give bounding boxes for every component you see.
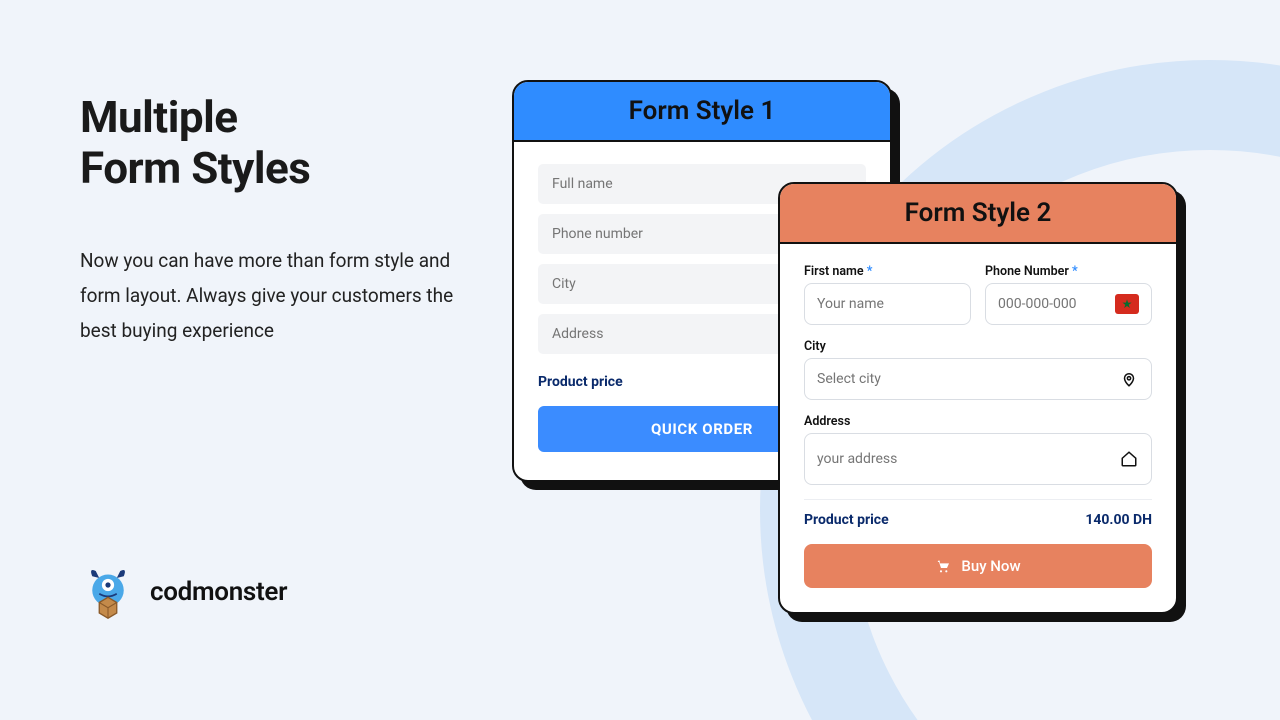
first-name-label: First name * xyxy=(804,264,971,279)
phone-label-text: Phone Number xyxy=(985,264,1069,279)
form1-title: Form Style 1 xyxy=(514,82,890,142)
page-title: Multiple Form Styles xyxy=(80,92,460,193)
divider xyxy=(804,499,1152,500)
headline-line-2: Form Styles xyxy=(80,142,310,194)
price-row: Product price 140.00 DH xyxy=(804,512,1152,528)
required-mark: * xyxy=(1072,264,1078,279)
form2-title: Form Style 2 xyxy=(780,184,1176,244)
address-field[interactable] xyxy=(817,451,1111,467)
first-name-label-text: First name xyxy=(804,264,864,279)
form-style-2-card: Form Style 2 First name * Phone Number * xyxy=(778,182,1178,614)
codmonster-icon xyxy=(80,564,136,620)
brand-name: codmonster xyxy=(150,577,287,607)
left-column: Multiple Form Styles Now you can have mo… xyxy=(80,92,460,349)
brand-logo: codmonster xyxy=(80,564,287,620)
city-label: City xyxy=(804,339,1152,354)
form2-body: First name * Phone Number * ★ City xyxy=(780,244,1176,612)
morocco-flag-icon: ★ xyxy=(1115,294,1139,314)
home-icon xyxy=(1119,449,1139,469)
phone-number-label: Phone Number * xyxy=(985,264,1152,279)
form2-price-value: 140.00 DH xyxy=(1085,512,1152,528)
location-pin-icon xyxy=(1119,369,1139,389)
address-label: Address xyxy=(804,414,1152,429)
buy-now-label: Buy Now xyxy=(961,557,1020,575)
phone-number-field[interactable] xyxy=(998,296,1109,312)
required-mark: * xyxy=(867,264,873,279)
form2-price-label: Product price xyxy=(804,512,889,528)
city-select[interactable] xyxy=(817,371,1111,387)
headline-line-1: Multiple xyxy=(80,91,238,143)
first-name-field[interactable] xyxy=(817,296,958,312)
buy-now-button[interactable]: Buy Now xyxy=(804,544,1152,588)
cart-icon xyxy=(935,558,951,574)
page-subtext: Now you can have more than form style an… xyxy=(80,243,460,348)
